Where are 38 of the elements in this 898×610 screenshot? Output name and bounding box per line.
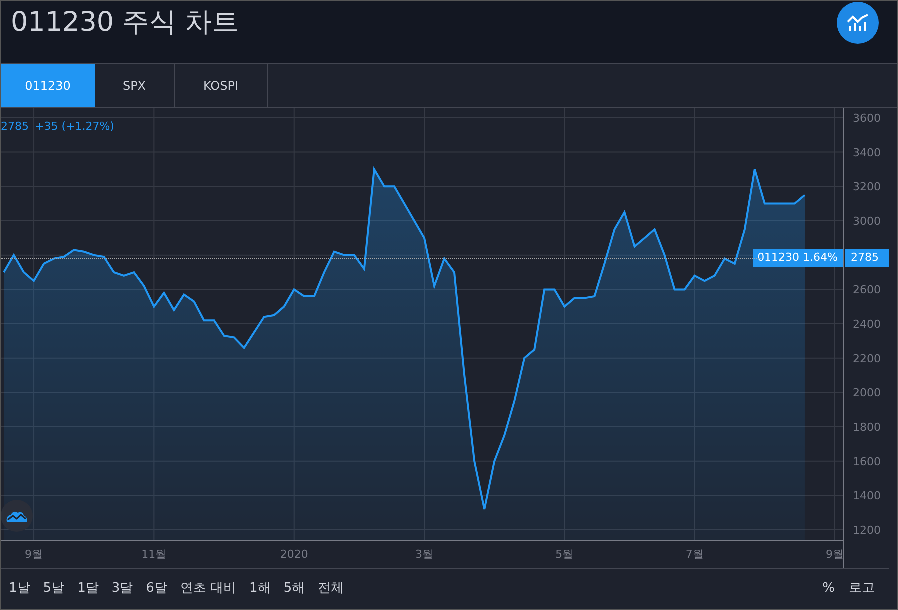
range-button[interactable]: 5해 bbox=[284, 579, 306, 599]
last-price: 2785 bbox=[1, 119, 29, 135]
y-axis-label: 2200 bbox=[853, 352, 881, 366]
y-axis-label: 3200 bbox=[853, 180, 881, 194]
price-change: +35 (+1.27%) bbox=[35, 119, 114, 135]
chart-icon bbox=[847, 14, 869, 32]
y-axis-label: 1400 bbox=[853, 490, 881, 503]
scale-button[interactable]: 로고 bbox=[849, 579, 875, 599]
x-axis-label: 3월 bbox=[416, 548, 434, 561]
x-axis-label: 7월 bbox=[686, 548, 704, 561]
x-axis-label: 5월 bbox=[556, 548, 574, 561]
y-axis-label: 1200 bbox=[853, 524, 881, 538]
y-axis-label: 3000 bbox=[853, 214, 881, 228]
y-axis-label: 1800 bbox=[853, 421, 881, 434]
range-button[interactable]: 1해 bbox=[250, 579, 271, 599]
range-button[interactable]: 전체 bbox=[318, 579, 344, 599]
scale-button[interactable]: % bbox=[822, 579, 835, 599]
price-tag: 2785 bbox=[845, 248, 889, 267]
y-axis-label: 3600 bbox=[853, 112, 881, 125]
range-button[interactable]: 1날 bbox=[9, 579, 30, 599]
y-axis-label: 1600 bbox=[853, 455, 881, 468]
range-button[interactable]: 5날 bbox=[43, 579, 65, 599]
chart-button[interactable] bbox=[837, 2, 879, 44]
y-axis-label: 2600 bbox=[853, 284, 881, 297]
y-axis-label: 2000 bbox=[853, 386, 881, 400]
x-axis-label: 9월 bbox=[826, 548, 844, 561]
y-axis-label: 2400 bbox=[853, 318, 881, 331]
cloud-icon bbox=[6, 509, 28, 523]
y-axis-label: 3400 bbox=[853, 146, 881, 160]
x-axis-label: 2020 bbox=[280, 548, 308, 561]
x-axis-label: 9월 bbox=[25, 548, 44, 561]
range-button[interactable]: 6달 bbox=[146, 579, 168, 599]
range-button[interactable]: 1달 bbox=[78, 579, 99, 599]
range-button[interactable]: 3달 bbox=[112, 579, 134, 599]
range-button[interactable]: 연초 대비 bbox=[180, 579, 237, 599]
x-axis-label: 11월 bbox=[142, 548, 167, 561]
page-title: 011230 주식 차트 bbox=[11, 6, 240, 40]
price-tag: 011230 1.64% bbox=[752, 248, 843, 267]
